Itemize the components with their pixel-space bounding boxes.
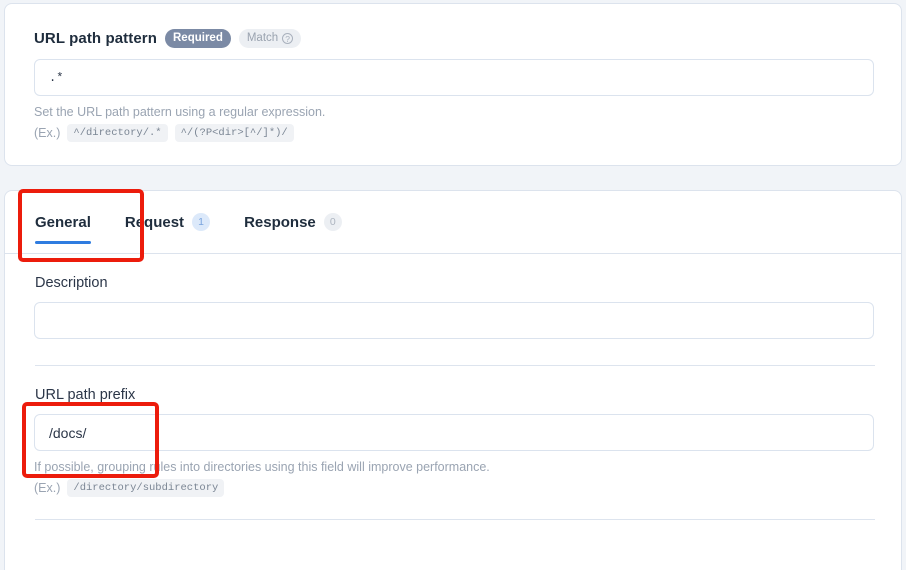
match-badge-label: Match (246, 31, 279, 44)
tab-request-label: Request (124, 213, 185, 231)
tab-general-label: General (35, 213, 91, 231)
tab-response-label: Response (244, 213, 316, 231)
tab-response[interactable]: Response 0 (244, 191, 342, 254)
example-prefix-label: (Ex.) (34, 126, 61, 140)
description-input[interactable] (34, 302, 874, 339)
url-path-prefix-examples-row: (Ex.) /directory/subdirectory (34, 479, 901, 497)
example-chip-2: ^/(?P<dir>[^/]*)/ (174, 124, 294, 142)
url-path-prefix-help-text: If possible, grouping rules into directo… (34, 460, 490, 474)
tab-request[interactable]: Request 1 (124, 191, 211, 254)
rule-details-card: General Request 1 Response 0 Description… (4, 190, 902, 570)
url-path-prefix-section: URL path prefix If possible, grouping ru… (5, 366, 901, 497)
url-path-pattern-card: URL path pattern Required Match Set the … (4, 3, 902, 166)
description-label: Description (35, 275, 108, 291)
url-path-pattern-label-row: URL path pattern Required Match (5, 4, 901, 48)
url-path-pattern-input[interactable] (34, 59, 874, 96)
description-section: Description (5, 254, 901, 339)
example-chip-1: ^/directory/.* (67, 124, 168, 142)
section-divider-2 (35, 519, 875, 520)
prefix-example-chip-1: /directory/subdirectory (67, 479, 225, 497)
url-path-pattern-help-text: Set the URL path pattern using a regular… (34, 105, 326, 119)
url-path-pattern-label: URL path pattern (34, 30, 157, 47)
tab-response-badge: 0 (323, 213, 342, 231)
url-path-prefix-label: URL path prefix (35, 387, 136, 403)
tab-general[interactable]: General (35, 191, 91, 254)
tab-bar: General Request 1 Response 0 (5, 191, 901, 254)
url-path-prefix-input[interactable] (34, 414, 874, 451)
match-badge[interactable]: Match (238, 29, 302, 48)
prefix-example-prefix-label: (Ex.) (34, 481, 61, 495)
required-badge: Required (165, 29, 231, 48)
tab-request-badge: 1 (192, 213, 211, 231)
url-path-pattern-examples-row: (Ex.) ^/directory/.* ^/(?P<dir>[^/]*)/ (34, 124, 901, 142)
question-circle-icon[interactable] (282, 33, 294, 45)
